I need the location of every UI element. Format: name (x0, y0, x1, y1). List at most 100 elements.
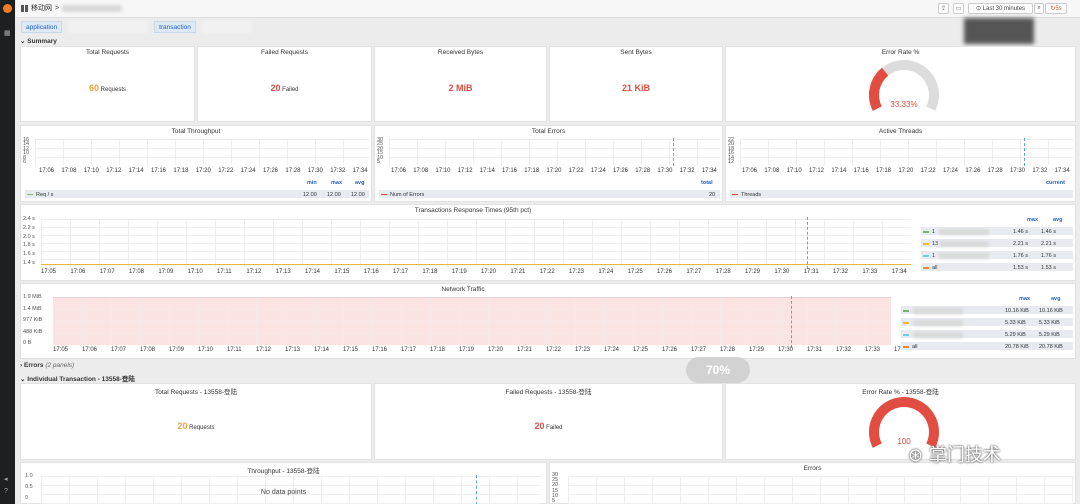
legend-row[interactable]: 13 2.21 s 2.21 s (921, 239, 1073, 248)
x-tick-label: 17:34 (891, 269, 907, 275)
blurred-series-name (913, 308, 963, 314)
y-tick-label: 5 (377, 159, 381, 165)
series-color-swatch (903, 346, 909, 348)
blurred-series-name (939, 229, 989, 235)
series-color-swatch (732, 193, 738, 196)
var-application-select[interactable] (68, 21, 149, 33)
panel-ind-errors[interactable]: Errors 30 25 20 15 10 5 (549, 462, 1076, 504)
tv-mode-icon[interactable]: ▭ (953, 3, 964, 14)
legend-avg: 1.53 s (1041, 265, 1056, 271)
legend-row[interactable]: all 1.53 s 1.53 s (921, 263, 1073, 272)
x-tick-label: 17:28 (715, 269, 731, 275)
series-color-swatch (923, 267, 929, 269)
var-transaction-select[interactable] (201, 21, 252, 33)
side-menu: ▦ ◂ ? (0, 0, 15, 504)
stat-value: 20 Requests (21, 421, 371, 431)
legend-max: 20.78 KiB (1005, 344, 1029, 350)
legend-table: total Num of Errors 20 (379, 180, 720, 200)
series-color-swatch (27, 193, 33, 196)
legend-header-current: current (1046, 180, 1065, 186)
y-tick-label: 1.8 s (23, 242, 35, 249)
legend-avg: 1.46 s (1041, 229, 1056, 235)
sound-icon[interactable]: ◂ (4, 476, 11, 483)
refresh-button[interactable]: ↻ 5s (1045, 3, 1067, 14)
x-tick-label: 17:24 (598, 269, 614, 275)
x-tick-label: 17:11 (217, 269, 232, 275)
help-icon[interactable]: ? (4, 488, 11, 495)
panel-response-times[interactable]: Transactions Response Times (95th pct) 2… (20, 204, 1076, 281)
watermark: ⊛ 掌门技术 (908, 441, 1001, 467)
legend-row[interactable]: 10.16 KiB 10.16 KiB (901, 306, 1073, 315)
x-tick-label: 17:28 (635, 168, 651, 174)
legend-row[interactable]: 1 1.46 s 1.46 s (921, 227, 1073, 236)
legend-header-avg: avg (1051, 296, 1061, 302)
panel-network-traffic[interactable]: Network Traffic 1.9 MiB 1.4 MiB 977 KiB 488… (20, 283, 1076, 359)
row-individual[interactable]: ⌄ Individual Transaction - 13558-登陆 (20, 373, 135, 383)
share-icon[interactable]: ⇪ (938, 3, 949, 14)
dashboards-icon[interactable]: ▦ (4, 30, 11, 37)
panel-failed-requests[interactable]: Failed Requests 20 Failed (197, 46, 372, 122)
legend-table: max avg 1 1.46 s 1.46 s 13 2.21 s 2.21 s 1 1.76 s… (921, 217, 1073, 279)
stat-number: 20 (177, 421, 188, 431)
zoom-out-icon[interactable]: ⌕ (1034, 3, 1044, 14)
redacted-block (964, 18, 1034, 44)
x-tick-label: 17:33 (865, 347, 881, 353)
x-tick-label: 17:33 (862, 269, 878, 275)
legend-max: 1.53 s (1013, 265, 1028, 271)
time-range-picker[interactable]: ⊙ Last 30 minutes (968, 3, 1033, 14)
x-tick-label: 17:10 (786, 168, 802, 174)
legend-row[interactable]: Threads (730, 190, 1073, 199)
x-tick-label: 17:20 (481, 269, 497, 275)
x-tick-label: 17:16 (372, 347, 388, 353)
series-name: Req / s (36, 192, 54, 198)
time-range-label: Last 30 minutes (982, 5, 1026, 12)
legend-row[interactable]: 5.29 KiB 5.29 KiB (901, 330, 1073, 339)
dashboard-navbar: 移动网 > ⇪ ▭ ⊙ Last 30 minutes ⌕ ↻ 5s (16, 0, 1080, 18)
x-tick-label: 17:22 (218, 168, 234, 174)
panel-error-rate[interactable]: Error Rate % 33.33% (725, 46, 1076, 122)
panel-received-bytes[interactable]: Received Bytes 2 MiB (374, 46, 547, 122)
x-tick-label: 17:18 (524, 168, 540, 174)
legend-row[interactable]: 1 1.76 s 1.76 s (921, 251, 1073, 260)
dashboard-title[interactable]: 移动网 (31, 3, 52, 13)
panel-total-throughput[interactable]: Total Throughput 16 14 12 10 8 6 17:06 17:08 17… (20, 125, 372, 202)
row-errors-count: (2 panels) (45, 362, 75, 369)
x-tick-label: 17:12 (457, 168, 473, 174)
x-tick-label: 17:27 (686, 269, 702, 275)
x-tick-label: 17:16 (151, 168, 167, 174)
panel-ind-throughput[interactable]: Throughput - 13558-登陆 1.0 0.5 0 No data po… (20, 462, 547, 504)
panel-total-errors[interactable]: Total Errors 30 25 20 15 10 5 17:06 17:08 17:10… (374, 125, 723, 202)
legend-row[interactable]: all 20.78 KiB 20.78 KiB (901, 342, 1073, 351)
row-errors[interactable]: › Errors (2 panels) (20, 362, 74, 369)
legend-header-avg: avg (355, 180, 365, 186)
x-tick-label: 17:30 (657, 168, 673, 174)
panel-ind-total-requests[interactable]: Total Requests - 13558-登陆 20 Requests (20, 383, 372, 460)
x-tick-label: 17:22 (568, 168, 584, 174)
x-tick-label: 17:34 (701, 168, 717, 174)
legend-avg: 5.33 KiB (1039, 320, 1060, 326)
panel-active-threads[interactable]: Active Threads 22 20 18 16 14 12 17:06 17:08 17… (725, 125, 1076, 202)
series-color-swatch (903, 334, 909, 336)
stat-value: 60 Requests (21, 83, 194, 93)
x-tick-label: 17:11 (227, 347, 242, 353)
y-tick-label: 6 (23, 159, 27, 165)
x-tick-label: 17:25 (627, 269, 643, 275)
legend-row[interactable]: 5.33 KiB 5.33 KiB (901, 318, 1073, 327)
panel-title: Throughput - 13558-登陆 (247, 468, 320, 475)
panel-sent-bytes[interactable]: Sent Bytes 21 KiB (549, 46, 723, 122)
panel-ind-error-rate[interactable]: Error Rate % - 13558-登陆 100 (725, 383, 1076, 460)
stat-unit: Failed (282, 87, 299, 93)
x-tick-label: 17:30 (1010, 168, 1026, 174)
x-tick-label: 17:18 (173, 168, 189, 174)
legend-max: 10.16 KiB (1005, 308, 1029, 314)
legend-row[interactable]: Num of Errors 20 (379, 190, 720, 199)
grafana-logo-icon[interactable] (3, 4, 12, 13)
panel-ind-failed-requests[interactable]: Failed Requests - 13558-登陆 20 Failed (374, 383, 723, 460)
panel-total-requests[interactable]: Total Requests 60 Requests (20, 46, 195, 122)
legend-avg: 5.29 KiB (1039, 332, 1060, 338)
legend-row[interactable]: Req / s 12.00 12.00 12.00 (25, 190, 369, 199)
row-summary[interactable]: ⌄ Summary (20, 37, 57, 45)
stat-unit: Requests (100, 87, 127, 93)
series-name: 13 (932, 241, 939, 247)
breadcrumb[interactable]: 移动网 > (21, 3, 123, 13)
